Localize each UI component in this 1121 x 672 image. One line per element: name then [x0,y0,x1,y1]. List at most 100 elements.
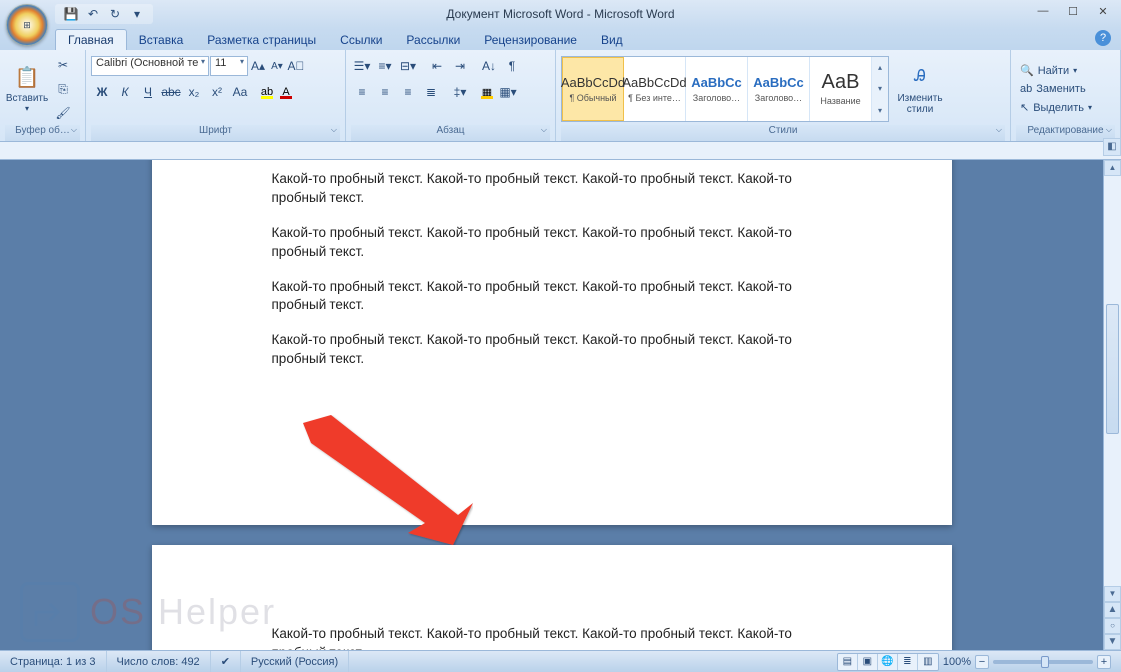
change-styles-button[interactable]: Ꭿ Изменить стили [892,54,948,124]
title-bar: ⊞ 💾 ↶ ↻ ▾ Документ Microsoft Word - Micr… [0,0,1121,28]
styles-gallery[interactable]: AaBbCcDd¶ Обычный AaBbCcDd¶ Без инте… Aa… [561,56,889,122]
zoom-in-button[interactable]: + [1097,655,1111,669]
style-heading1[interactable]: AaBbCcЗаголово… [686,57,748,121]
paragraph[interactable]: Какой-то пробный текст. Какой-то пробный… [272,224,832,262]
group-label-editing: Редактирование [1016,125,1115,141]
zoom-out-button[interactable]: − [975,655,989,669]
prev-page-icon[interactable]: ▲ [1104,602,1121,618]
change-case-button[interactable]: Aa [229,81,251,103]
format-painter-icon[interactable]: 🖌 [52,102,74,124]
superscript-button[interactable]: x² [206,81,228,103]
italic-button[interactable]: К [114,81,136,103]
grow-font-icon[interactable]: A▴ [249,55,267,77]
show-marks-icon[interactable]: ¶ [501,55,523,77]
scroll-thumb[interactable] [1106,304,1119,434]
font-color-button[interactable]: A [277,83,295,101]
tab-home[interactable]: Главная [55,29,127,50]
office-button[interactable]: ⊞ [6,4,48,46]
status-word-count[interactable]: Число слов: 492 [107,651,211,672]
ribbon-tabs: Главная Вставка Разметка страницы Ссылки… [0,28,1121,50]
replace-icon: ab [1020,83,1032,95]
status-page[interactable]: Страница: 1 из 3 [0,651,107,672]
paragraph[interactable]: Какой-то пробный текст. Какой-то пробный… [272,625,832,650]
proofing-icon: ✔ [221,655,230,668]
paste-button[interactable]: 📋 Вставить ▾ [5,53,49,123]
tab-insert[interactable]: Вставка [127,30,196,50]
replace-button[interactable]: abЗаменить [1016,81,1096,97]
cut-icon[interactable]: ✂ [52,54,74,76]
status-proofing[interactable]: ✔ [211,651,241,672]
ruler-toggle-icon[interactable]: ◧ [1103,138,1121,156]
redo-icon[interactable]: ↻ [107,6,123,22]
paragraph[interactable]: Какой-то пробный текст. Какой-то пробный… [272,170,832,208]
underline-button[interactable]: Ч [137,81,159,103]
quick-access-toolbar: 💾 ↶ ↻ ▾ [55,4,153,24]
style-title[interactable]: АаВНазвание [810,57,872,121]
align-center-icon[interactable]: ≡ [374,81,396,103]
ruler[interactable] [0,142,1121,160]
view-outline-icon[interactable]: ≣ [898,654,918,670]
status-language[interactable]: Русский (Россия) [241,651,349,672]
borders-icon[interactable]: ▦▾ [497,81,519,103]
vertical-scrollbar[interactable]: ◧ ▲ ▼ ▲ ○ ▼ [1103,160,1121,650]
style-no-spacing[interactable]: AaBbCcDd¶ Без инте… [624,57,686,121]
line-spacing-icon[interactable]: ‡▾ [449,81,471,103]
group-label-font: Шрифт [91,125,340,141]
help-icon[interactable]: ? [1095,30,1111,46]
page-1: Какой-то пробный текст. Какой-то пробный… [152,160,952,525]
change-styles-icon: Ꭿ [906,63,934,91]
close-button[interactable]: ✕ [1089,2,1117,20]
view-web-icon[interactable]: 🌐 [878,654,898,670]
find-button[interactable]: 🔍Найти▾ [1016,62,1096,79]
view-print-layout-icon[interactable]: ▤ [838,654,858,670]
align-left-icon[interactable]: ≡ [351,81,373,103]
shrink-font-icon[interactable]: A▾ [268,55,286,77]
copy-icon[interactable]: ⎘ [52,78,74,100]
bold-button[interactable]: Ж [91,81,113,103]
font-name-combo[interactable]: Calibri (Основной те [91,56,209,76]
group-font: Calibri (Основной те 11 A▴ A▾ A⃠ Ж К Ч a… [86,50,346,141]
sort-icon[interactable]: A↓ [478,55,500,77]
tab-page-layout[interactable]: Разметка страницы [195,30,328,50]
maximize-button[interactable]: ☐ [1059,2,1087,20]
styles-more[interactable]: ▴▾▾ [872,57,888,121]
zoom-level[interactable]: 100% [943,656,971,668]
view-draft-icon[interactable]: ▥ [918,654,938,670]
tab-view[interactable]: Вид [589,30,635,50]
scroll-down-icon[interactable]: ▼ [1104,586,1121,602]
shading-icon[interactable]: ▦ [478,83,496,101]
scroll-up-icon[interactable]: ▲ [1104,160,1121,176]
style-heading2[interactable]: AaBbCcЗаголово… [748,57,810,121]
save-icon[interactable]: 💾 [63,6,79,22]
zoom-thumb[interactable] [1041,656,1049,668]
tab-review[interactable]: Рецензирование [472,30,589,50]
view-buttons: ▤ ▣ 🌐 ≣ ▥ [837,653,939,671]
next-page-icon[interactable]: ▼ [1104,634,1121,650]
subscript-button[interactable]: x₂ [183,81,205,103]
clear-format-icon[interactable]: A⃠ [287,55,305,77]
increase-indent-icon[interactable]: ⇥ [449,55,471,77]
view-full-screen-icon[interactable]: ▣ [858,654,878,670]
strike-button[interactable]: abc [160,81,182,103]
zoom-track[interactable] [993,660,1093,664]
browse-object-icon[interactable]: ○ [1104,618,1121,634]
justify-icon[interactable]: ≣ [420,81,442,103]
font-size-combo[interactable]: 11 [210,56,248,76]
undo-icon[interactable]: ↶ [85,6,101,22]
numbering-icon[interactable]: ≡▾ [374,55,396,77]
decrease-indent-icon[interactable]: ⇤ [426,55,448,77]
select-button[interactable]: ↖Выделить▾ [1016,99,1096,116]
align-right-icon[interactable]: ≡ [397,81,419,103]
qat-more-icon[interactable]: ▾ [129,6,145,22]
tab-references[interactable]: Ссылки [328,30,394,50]
paste-label: Вставить [6,93,48,104]
highlight-color-button[interactable]: ab [258,83,276,101]
bullets-icon[interactable]: ☰▾ [351,55,373,77]
tab-mailings[interactable]: Рассылки [394,30,472,50]
paragraph[interactable]: Какой-то пробный текст. Какой-то пробный… [272,278,832,316]
paragraph[interactable]: Какой-то пробный текст. Какой-то пробный… [272,331,832,369]
document-scroll[interactable]: Какой-то пробный текст. Какой-то пробный… [0,160,1103,650]
multilevel-icon[interactable]: ⊟▾ [397,55,419,77]
minimize-button[interactable]: — [1029,2,1057,20]
style-normal[interactable]: AaBbCcDd¶ Обычный [562,57,624,121]
